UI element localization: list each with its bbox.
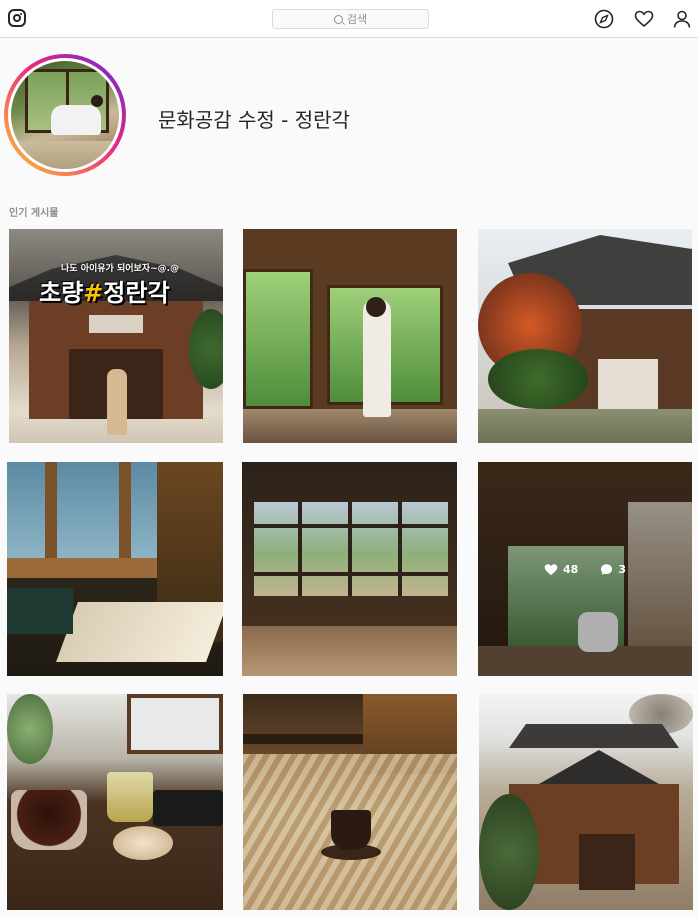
- window-bar: [398, 502, 402, 596]
- building-door: [579, 834, 635, 890]
- garden-ground: [478, 409, 692, 443]
- window-sill: [7, 558, 157, 578]
- window-shape: [127, 694, 223, 754]
- sunlight-patch: [56, 602, 223, 662]
- search-input[interactable]: 검색: [272, 9, 429, 29]
- tea-glass-shape: [107, 772, 153, 822]
- comments-stat: 3: [600, 563, 626, 576]
- wooden-beam: [243, 734, 363, 744]
- roof-shape: [509, 724, 679, 748]
- avatar-floor: [11, 141, 119, 169]
- comments-count: 3: [618, 562, 626, 576]
- floor-shape: [242, 626, 457, 676]
- post-tile-9[interactable]: [479, 694, 693, 910]
- plant-shape: [7, 694, 53, 764]
- cushion-shape: [7, 588, 73, 634]
- window-bar: [254, 572, 448, 576]
- post-hover-overlay: 48 3: [478, 462, 692, 676]
- likes-heart-icon: [544, 563, 558, 575]
- post-tile-2[interactable]: [243, 229, 457, 443]
- window-mullion: [119, 462, 131, 558]
- window-mullion: [45, 462, 57, 558]
- compass-icon[interactable]: [594, 9, 614, 29]
- caption-suffix: 정란각: [103, 279, 170, 307]
- snack-plate-shape: [113, 826, 173, 860]
- comment-bubble-icon: [601, 563, 613, 575]
- page-title: 문화공감 수정 - 정란각: [158, 108, 350, 132]
- window-bar: [348, 502, 352, 596]
- profile-avatar: [8, 58, 122, 172]
- post-tile-4[interactable]: [7, 462, 223, 676]
- top-nav-bar: 검색: [0, 0, 698, 38]
- building-window: [89, 315, 143, 333]
- floor-shape: [243, 409, 457, 443]
- post-tile-7[interactable]: [7, 694, 223, 910]
- tea-cup-shape: [11, 790, 87, 850]
- pine-tree-shape: [488, 349, 588, 409]
- search-placeholder: 검색: [346, 13, 368, 26]
- person-head: [366, 297, 386, 317]
- instagram-logo-icon[interactable]: [8, 9, 26, 27]
- post-caption-large: 초량#정란각: [39, 273, 170, 308]
- post-tile-6[interactable]: 48 3: [478, 462, 692, 676]
- caption-prefix: 초량: [39, 279, 84, 307]
- person-icon[interactable]: [672, 9, 692, 29]
- window-shape: [7, 462, 157, 558]
- phone-shape: [153, 790, 223, 826]
- post-tile-5[interactable]: [242, 462, 457, 676]
- post-tile-8[interactable]: [243, 694, 457, 910]
- tree-shape: [479, 794, 539, 910]
- person-figure: [107, 369, 127, 435]
- profile-avatar-ring: [4, 54, 126, 176]
- post-tile-3[interactable]: [478, 229, 692, 443]
- popular-posts-label: 인기 게시물: [9, 208, 59, 219]
- window-pane: [243, 269, 313, 409]
- avatar-person-figure: [51, 105, 101, 135]
- likes-stat: 48: [544, 563, 578, 576]
- window-bar: [298, 502, 302, 596]
- likes-count: 48: [563, 562, 579, 576]
- avatar-person-head: [91, 95, 103, 107]
- caption-hash: #: [83, 279, 104, 307]
- search-icon: [333, 14, 343, 24]
- roof-shape: [539, 750, 659, 784]
- heart-icon[interactable]: [634, 9, 654, 29]
- coffee-cup-shape: [331, 810, 371, 850]
- post-tile-1[interactable]: 나도 아이유가 되어보자~@.@ 초량#정란각: [9, 229, 223, 443]
